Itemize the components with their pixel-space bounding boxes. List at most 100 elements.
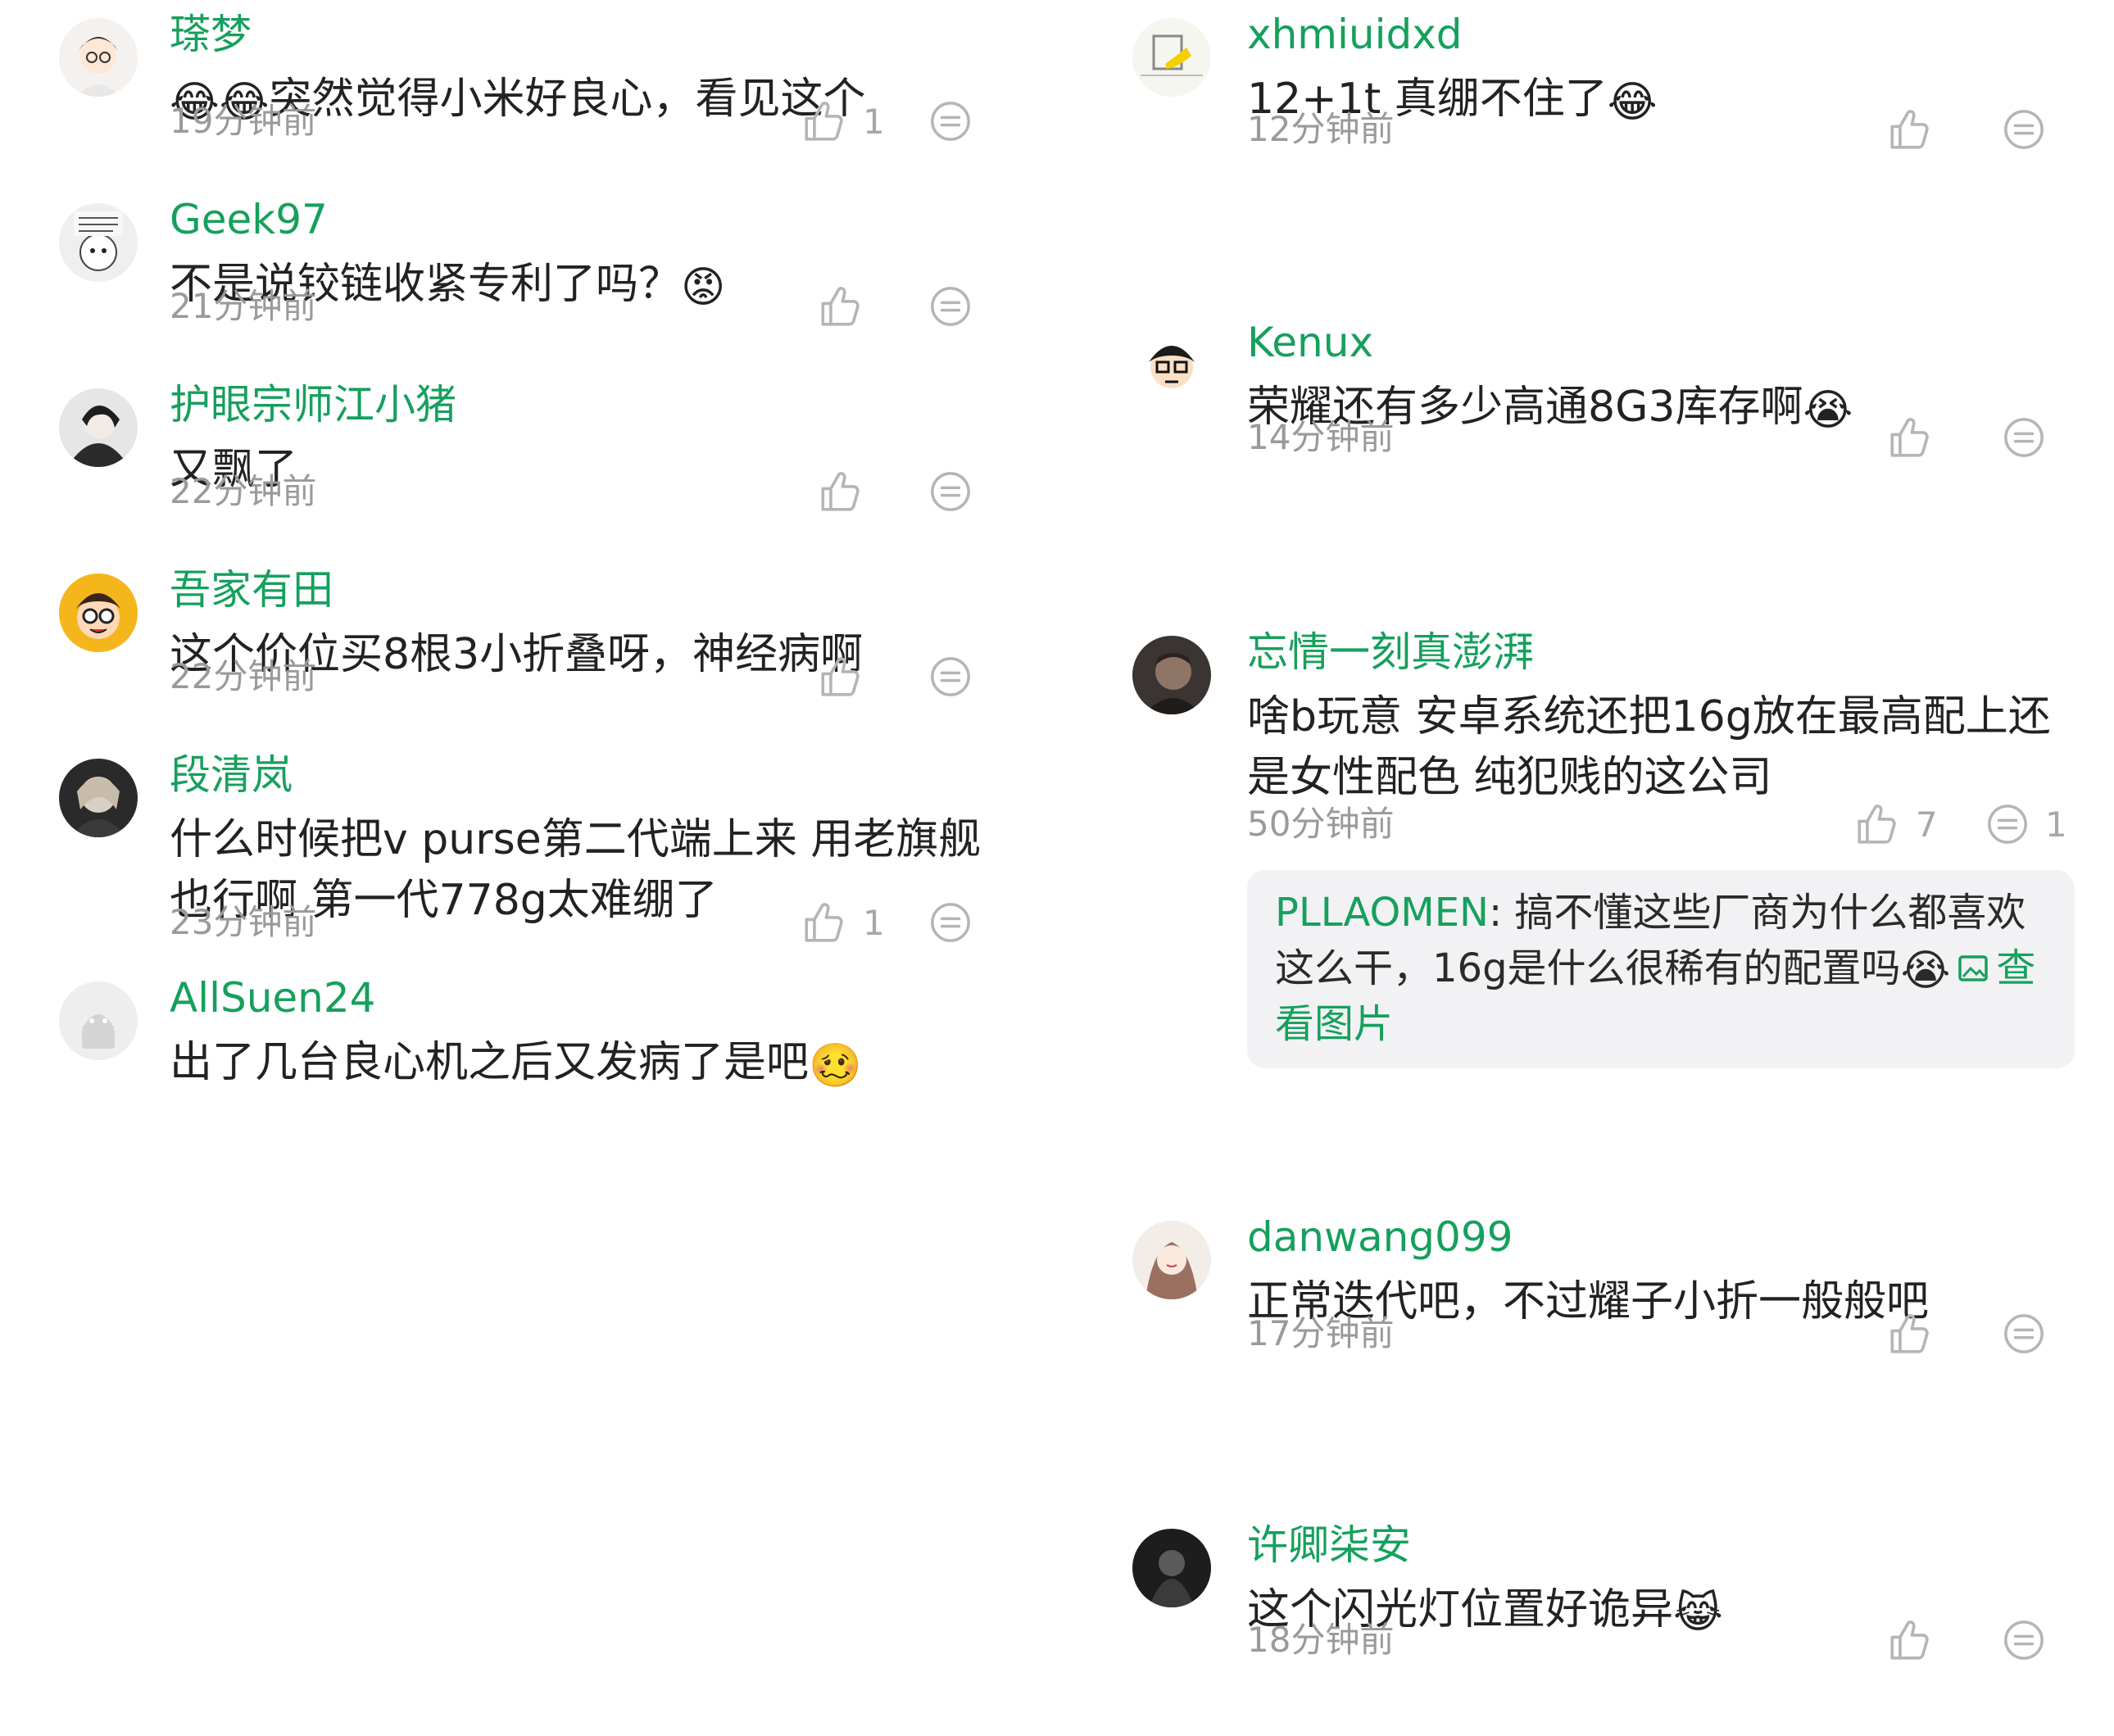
- like-button[interactable]: [1886, 411, 1948, 464]
- comment-item: danwang099 正常迭代吧，不过耀子小折一般般吧 17分钟前: [1057, 1213, 2114, 1434]
- like-button[interactable]: 7: [1853, 798, 1938, 850]
- like-button[interactable]: [817, 465, 879, 518]
- like-button[interactable]: 1: [801, 95, 885, 147]
- comment-item: AllSuen24 出了几台良心机之后又发病了是吧🥴: [0, 974, 1057, 1113]
- reply-username[interactable]: PLLAOMEN: [1275, 890, 1489, 936]
- timestamp: 12分钟前: [1247, 109, 1395, 149]
- comment-bubble-icon: [1985, 801, 2030, 847]
- dizzy-face-emoji: 🥴: [809, 1041, 862, 1090]
- avatar[interactable]: [59, 573, 138, 652]
- username[interactable]: xhmiuidxd: [1247, 8, 1463, 61]
- username[interactable]: 护眼宗师江小猪: [170, 378, 456, 431]
- timestamp: 23分钟前: [170, 902, 317, 942]
- reply-button[interactable]: [928, 280, 973, 333]
- reply-button[interactable]: [2001, 1308, 2047, 1360]
- reply-button[interactable]: [2001, 411, 2047, 464]
- comment-bubble-icon: [2001, 415, 2047, 460]
- reply-preview[interactable]: PLLAOMEN: 搞不懂这些厂商为什么都喜欢 这么干，16g是什么很稀有的配置…: [1247, 870, 2075, 1068]
- like-button[interactable]: [817, 280, 879, 333]
- timestamp: 50分钟前: [1247, 804, 1395, 844]
- avatar[interactable]: [1132, 326, 1211, 405]
- username[interactable]: Kenux: [1247, 316, 1373, 369]
- comment-item: 吾家有田 这个价位买8根3小折叠呀，神经病啊 22分钟前: [0, 566, 1057, 786]
- timestamp: 21分钟前: [170, 286, 317, 326]
- username[interactable]: 许卿柒安: [1247, 1519, 1411, 1571]
- thumbs-up-icon: [1886, 414, 1934, 461]
- reply-button[interactable]: [928, 95, 973, 147]
- like-count: 1: [863, 101, 885, 142]
- comment-bubble-icon: [928, 283, 973, 329]
- comment-bubble-icon: [2001, 1617, 2047, 1663]
- username[interactable]: Geek97: [170, 193, 328, 246]
- avatar[interactable]: [59, 981, 138, 1060]
- comment-item: 瑹梦 😂😂突然觉得小米好良心，看见这个 19分钟前 1: [0, 11, 1057, 231]
- timestamp: 19分钟前: [170, 101, 317, 141]
- image-icon: [1958, 955, 1989, 981]
- thumbs-up-icon: [1886, 106, 1934, 153]
- timestamp: 22分钟前: [170, 471, 317, 511]
- comment-text: 出了几台良心机之后又发病了是吧🥴: [170, 1038, 862, 1090]
- username[interactable]: AllSuen24: [170, 972, 376, 1024]
- thumbs-up-icon: [1853, 800, 1901, 848]
- timestamp: 14分钟前: [1247, 417, 1395, 457]
- like-button[interactable]: [1886, 1308, 1948, 1360]
- reply-button[interactable]: 1: [1985, 798, 2067, 850]
- left-comment-column: 瑹梦 😂😂突然觉得小米好良心，看见这个 19分钟前 1 Geek97 不是说铰链…: [0, 0, 1057, 1736]
- comment-item: 忘情一刻真澎湃 啥b玩意 安卓系统还把16g放在最高配上还 是女性配色 纯犯贱的…: [1057, 628, 2114, 1160]
- angry-emoji: 😡: [681, 263, 726, 312]
- comment-bubble-icon: [928, 900, 973, 945]
- avatar[interactable]: [59, 18, 138, 97]
- view-image-link[interactable]: 查: [1950, 945, 2035, 991]
- crying-emoji: 😭: [1900, 946, 1951, 995]
- avatar[interactable]: [59, 759, 138, 837]
- like-button[interactable]: [1886, 103, 1948, 156]
- comment-bubble-icon: [928, 98, 973, 144]
- thumbs-up-icon: [817, 283, 864, 330]
- comment-item: xhmiuidxd 12+1t 真绷不住了😂 12分钟前: [1057, 11, 2114, 231]
- thumbs-up-icon: [801, 97, 848, 145]
- thumbs-up-icon: [817, 653, 864, 700]
- avatar[interactable]: [59, 388, 138, 467]
- comment-item: 许卿柒安 这个闪光灯位置好诡异😹 18分钟前: [1057, 1521, 2114, 1736]
- avatar[interactable]: [59, 203, 138, 282]
- laugh-cry-emoji: 😂: [1607, 78, 1658, 127]
- comment-bubble-icon: [2001, 1311, 2047, 1357]
- reply-button[interactable]: [928, 465, 973, 518]
- timestamp: 17分钟前: [1247, 1313, 1395, 1353]
- thumbs-up-icon: [1886, 1616, 1934, 1664]
- reply-button[interactable]: [2001, 1614, 2047, 1666]
- like-button[interactable]: [1886, 1614, 1948, 1666]
- timestamp: 18分钟前: [1247, 1620, 1395, 1660]
- username[interactable]: 段清岚: [170, 749, 293, 801]
- crying-emoji: 😭: [1803, 386, 1853, 435]
- comment-item: Geek97 不是说铰链收紧专利了吗？😡 21分钟前: [0, 196, 1057, 416]
- reply-button[interactable]: [928, 650, 973, 703]
- thumbs-up-icon: [817, 468, 864, 515]
- avatar[interactable]: [1132, 1529, 1211, 1607]
- comment-bubble-icon: [928, 469, 973, 514]
- like-button[interactable]: [817, 650, 879, 703]
- username[interactable]: 吾家有田: [170, 564, 333, 616]
- username[interactable]: 瑹梦: [170, 8, 252, 61]
- like-count: 1: [863, 902, 885, 943]
- like-button[interactable]: 1: [801, 896, 885, 949]
- timestamp: 22分钟前: [170, 656, 317, 696]
- avatar[interactable]: [1132, 18, 1211, 97]
- right-comment-column: xhmiuidxd 12+1t 真绷不住了😂 12分钟前 Kenux 荣耀还有多…: [1057, 0, 2114, 1736]
- like-count: 7: [1916, 804, 1938, 845]
- reply-button[interactable]: [2001, 103, 2047, 156]
- comment-item: Kenux 荣耀还有多少高通8G3库存啊😭 14分钟前: [1057, 319, 2114, 539]
- avatar[interactable]: [1132, 1221, 1211, 1299]
- reply-button[interactable]: [928, 896, 973, 949]
- username[interactable]: danwang099: [1247, 1211, 1513, 1263]
- reply-count: 1: [2045, 804, 2067, 845]
- avatar[interactable]: [1132, 636, 1211, 714]
- comment-bubble-icon: [2001, 107, 2047, 152]
- thumbs-up-icon: [801, 899, 848, 946]
- comment-item: 护眼宗师江小猪 又飘了 22分钟前: [0, 381, 1057, 601]
- view-image-link-cont[interactable]: 看图片: [1275, 996, 2047, 1052]
- username[interactable]: 忘情一刻真澎湃: [1247, 626, 1534, 678]
- thumbs-up-icon: [1886, 1310, 1934, 1358]
- crying-cat-emoji: 😹: [1673, 1589, 1723, 1638]
- comment-bubble-icon: [928, 654, 973, 700]
